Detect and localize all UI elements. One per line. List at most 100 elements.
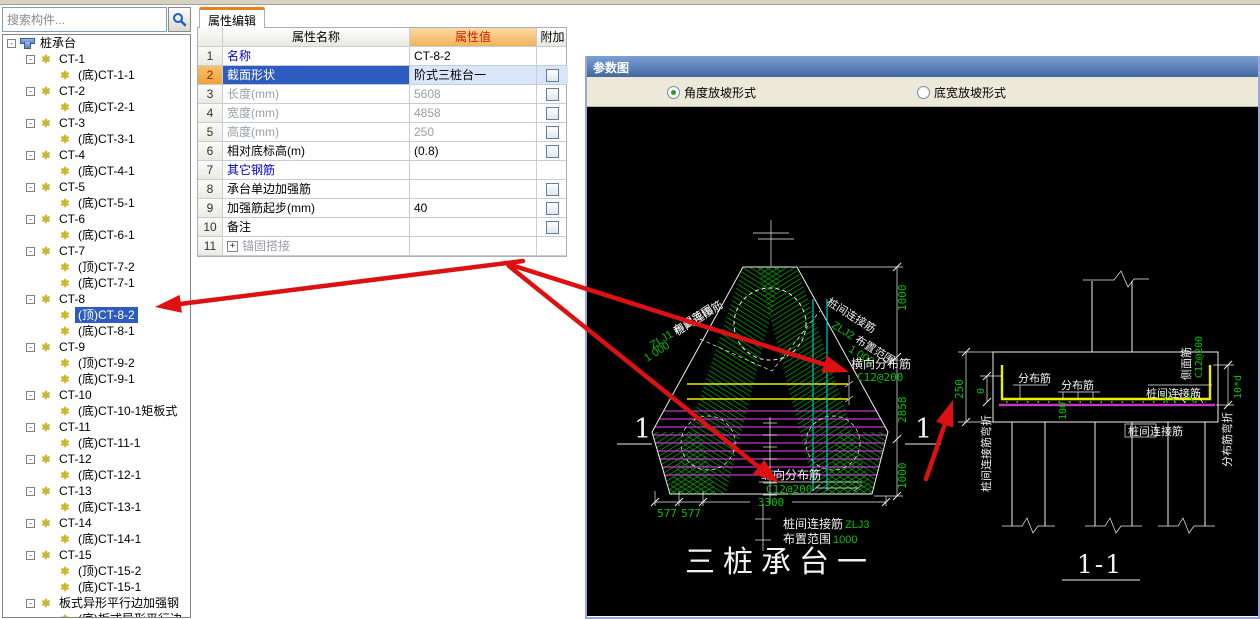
expand-toggle[interactable]: - [26,550,35,560]
expand-toggle[interactable]: - [26,598,35,608]
expand-toggle[interactable]: - [26,86,35,96]
tree-item[interactable]: - CT-6 [3,211,190,227]
property-name-label: 高度(mm) [227,125,279,139]
expand-toggle[interactable]: - [26,518,35,528]
checkbox[interactable] [546,220,559,234]
property-row[interactable]: 4 宽度(mm) 4858 [198,104,566,123]
checkbox[interactable] [546,182,559,196]
property-row[interactable]: 2 截面形状 阶式三桩台一 [198,66,568,85]
tree-item[interactable]: - 板式异形平行边加强钢 [3,595,190,611]
expand-toggle[interactable]: - [26,150,35,160]
property-value[interactable] [410,180,537,198]
tree-item[interactable]: (底)CT-12-1 [3,467,190,483]
property-name: 承台单边加强筋 [223,180,410,198]
tree-item[interactable]: (顶)CT-15-2 [3,563,190,579]
tree-item[interactable]: (底)板式异形平行边 [3,611,190,617]
tree-item[interactable]: (底)CT-10-1矩板式 [3,403,190,419]
property-row[interactable]: 3 长度(mm) 5608 [198,85,566,104]
property-value[interactable] [410,218,537,236]
param-panel-titlebar[interactable]: 参数图 [587,56,1258,77]
tree-item[interactable]: - CT-1 [3,51,190,67]
checkbox[interactable] [546,87,559,101]
expand-toggle[interactable]: - [26,182,35,192]
tree-item[interactable]: (底)CT-7-1 [3,275,190,291]
tree-item[interactable]: (底)CT-1-1 [3,67,190,83]
component-icon [39,51,53,68]
property-row[interactable]: 10 备注 [198,218,566,237]
checkbox[interactable] [546,201,559,215]
radio-angle-slope[interactable]: 角度放坡形式 [667,84,756,101]
tree-item[interactable]: - CT-2 [3,83,190,99]
property-row[interactable]: 9 加强筋起步(mm) 40 [198,199,566,218]
expand-toggle[interactable]: - [26,422,35,432]
tree-item[interactable]: (底)CT-14-1 [3,531,190,547]
expand-toggle[interactable]: - [26,390,35,400]
tree-item[interactable]: - CT-7 [3,243,190,259]
checkbox[interactable] [546,68,559,82]
expand-toggle[interactable]: - [26,342,35,352]
property-value[interactable]: 250 [410,123,537,141]
tree-item[interactable]: - CT-4 [3,147,190,163]
tree-item[interactable]: - CT-11 [3,419,190,435]
tree-item[interactable]: (底)CT-6-1 [3,227,190,243]
expand-toggle[interactable]: - [26,118,35,128]
tree-item[interactable]: - CT-5 [3,179,190,195]
search-input[interactable] [2,7,167,32]
checkbox[interactable] [546,125,559,139]
tree-item[interactable]: - CT-10 [3,387,190,403]
tree-item[interactable]: (顶)CT-7-2 [3,259,190,275]
tree-item[interactable]: (底)CT-3-1 [3,131,190,147]
tree-item[interactable]: (底)CT-9-1 [3,371,190,387]
expand-toggle[interactable]: - [26,246,35,256]
expand-plus[interactable]: + [227,240,238,252]
tree-item[interactable]: (底)CT-13-1 [3,499,190,515]
property-name-label: 截面形状 [227,68,276,82]
tree-item[interactable]: - 桩承台 [3,35,190,51]
property-value[interactable] [410,161,537,179]
tree-item[interactable]: (底)CT-15-1 [3,579,190,595]
property-value[interactable] [410,237,537,255]
tree-item[interactable]: (底)CT-5-1 [3,195,190,211]
tree-item[interactable]: - CT-12 [3,451,190,467]
property-value[interactable]: 40 [410,199,537,217]
expand-toggle[interactable]: - [26,294,35,304]
expand-toggle[interactable]: - [7,38,16,48]
tree-item[interactable]: (顶)CT-8-2 [3,307,190,323]
component-icon [58,403,72,420]
property-value[interactable]: 阶式三桩台一 [410,66,537,84]
cad-canvas[interactable]: 1000 2858 1000 3300 577 577 桩间连接筋 ZLJ1布置… [587,107,1258,616]
tree-item[interactable]: (顶)CT-9-2 [3,355,190,371]
row-number: 8 [198,180,223,198]
property-row[interactable]: 6 相对底标高(m) (0.8) [198,142,566,161]
property-row[interactable]: 7 其它钢筋 [198,161,566,180]
tab-property-edit[interactable]: 属性编辑 [199,7,266,28]
checkbox[interactable] [546,144,559,158]
property-row[interactable]: 8 承台单边加强筋 [198,180,566,199]
tree-item[interactable]: - CT-15 [3,547,190,563]
property-row[interactable]: 1 名称 CT-8-2 [198,47,566,66]
expand-toggle[interactable]: - [26,54,35,64]
component-icon [39,83,53,100]
property-row[interactable]: 11 + 锚固搭接 [198,237,566,256]
property-value[interactable]: (0.8) [410,142,537,160]
property-value[interactable]: 5608 [410,85,537,103]
tree-item[interactable]: - CT-8 [3,291,190,307]
tree-item[interactable]: (底)CT-8-1 [3,323,190,339]
expand-toggle[interactable]: - [26,454,35,464]
property-row[interactable]: 5 高度(mm) 250 [198,123,566,142]
property-value[interactable]: 4858 [410,104,537,122]
tree-item[interactable]: - CT-9 [3,339,190,355]
property-value[interactable]: CT-8-2 [410,47,537,65]
expand-toggle[interactable]: - [26,486,35,496]
radio-bottom-width-slope[interactable]: 底宽放坡形式 [917,84,1006,101]
tree-item[interactable]: - CT-14 [3,515,190,531]
tree-item[interactable]: (底)CT-11-1 [3,435,190,451]
tree-item[interactable]: (底)CT-4-1 [3,163,190,179]
header-num [198,28,223,46]
tree-item[interactable]: - CT-13 [3,483,190,499]
search-button[interactable] [168,7,191,32]
tree-item[interactable]: - CT-3 [3,115,190,131]
expand-toggle[interactable]: - [26,214,35,224]
tree-item[interactable]: (底)CT-2-1 [3,99,190,115]
checkbox[interactable] [546,106,559,120]
